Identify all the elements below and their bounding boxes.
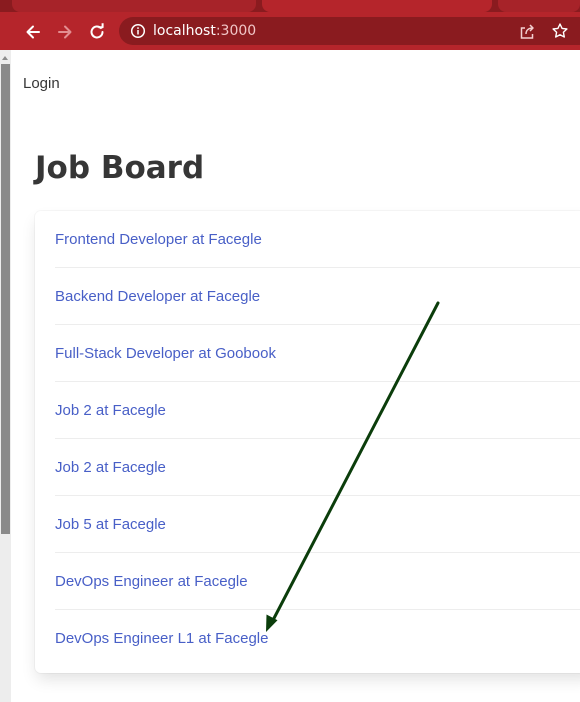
job-list-card: Frontend Developer at Facegle Backend De… xyxy=(35,211,580,673)
list-item: Frontend Developer at Facegle xyxy=(55,211,580,268)
address-bar[interactable]: localhost:3000 xyxy=(119,17,580,45)
job-link[interactable]: Full-Stack Developer at Goobook xyxy=(55,345,276,362)
job-link[interactable]: DevOps Engineer at Facegle xyxy=(55,573,248,590)
list-item: DevOps Engineer L1 at Facegle xyxy=(55,610,580,667)
browser-tab-active[interactable] xyxy=(262,0,492,12)
scroll-up-arrow-icon[interactable] xyxy=(2,56,8,60)
star-icon[interactable] xyxy=(551,22,569,40)
url-text[interactable]: localhost:3000 xyxy=(153,23,256,39)
job-link[interactable]: Job 2 at Facegle xyxy=(55,402,166,419)
reload-button[interactable] xyxy=(85,20,109,44)
browser-tab[interactable] xyxy=(12,0,256,12)
list-item: Full-Stack Developer at Goobook xyxy=(55,325,580,382)
list-item: Job 2 at Facegle xyxy=(55,382,580,439)
arrow-right-icon xyxy=(58,25,72,39)
browser-tab-strip xyxy=(0,0,580,12)
job-link[interactable]: Backend Developer at Facegle xyxy=(55,288,260,305)
scroll-thumb[interactable] xyxy=(1,64,10,534)
forward-button[interactable] xyxy=(53,20,77,44)
url-port: :3000 xyxy=(215,23,257,39)
job-link[interactable]: Job 2 at Facegle xyxy=(55,459,166,476)
browser-toolbar: localhost:3000 xyxy=(0,12,580,50)
list-item: DevOps Engineer at Facegle xyxy=(55,553,580,610)
back-button[interactable] xyxy=(21,20,45,44)
list-item: Backend Developer at Facegle xyxy=(55,268,580,325)
share-icon[interactable] xyxy=(518,23,536,41)
job-link[interactable]: DevOps Engineer L1 at Facegle xyxy=(55,630,268,647)
login-link[interactable]: Login xyxy=(23,75,60,92)
list-item: Job 2 at Facegle xyxy=(55,439,580,496)
arrow-left-icon xyxy=(26,25,40,39)
job-link[interactable]: Job 5 at Facegle xyxy=(55,516,166,533)
reload-icon xyxy=(90,23,104,39)
job-list: Frontend Developer at Facegle Backend De… xyxy=(35,211,580,667)
page-title: Job Board xyxy=(35,150,205,186)
info-icon[interactable] xyxy=(130,23,146,39)
list-item: Job 5 at Facegle xyxy=(55,496,580,553)
browser-tab[interactable] xyxy=(498,0,580,12)
scrollbar[interactable] xyxy=(0,50,11,702)
job-link[interactable]: Frontend Developer at Facegle xyxy=(55,231,262,248)
url-host: localhost xyxy=(153,23,216,39)
